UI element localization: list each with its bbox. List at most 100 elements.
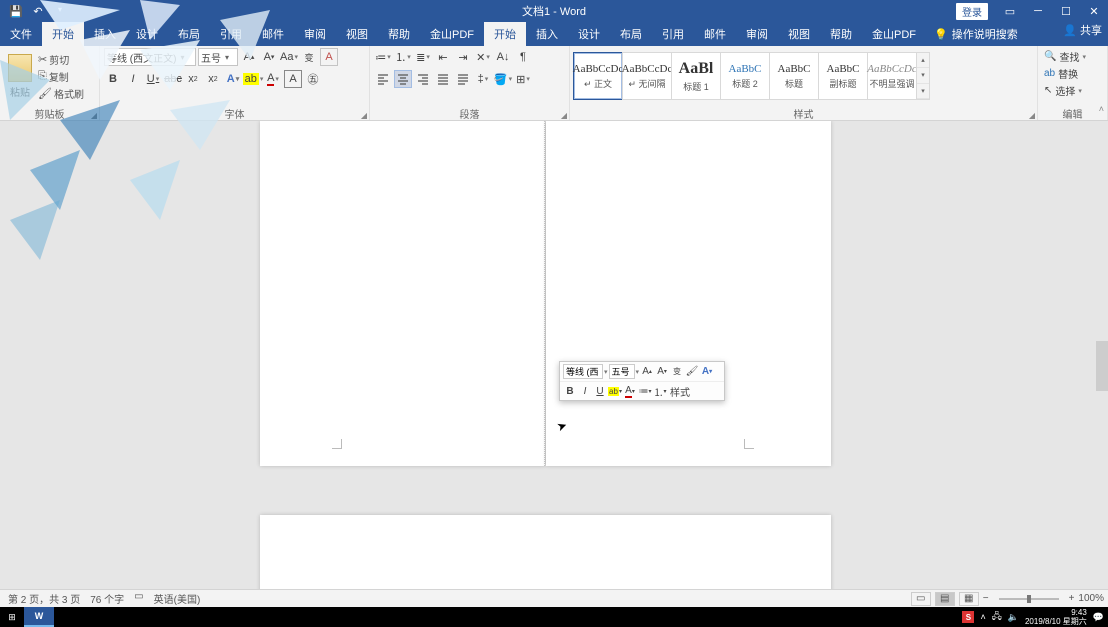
mini-bold-button[interactable]: B — [563, 384, 577, 399]
numbering-button[interactable]: ⒈▾ — [394, 48, 412, 66]
mini-shrink-font-button[interactable]: A▾ — [655, 364, 669, 379]
tab-帮助[interactable]: 帮助 — [378, 22, 420, 46]
tab-插入[interactable]: 插入 — [526, 22, 568, 46]
mini-italic-button[interactable]: I — [578, 384, 592, 399]
scrollbar-thumb[interactable] — [1096, 341, 1108, 391]
tab-引用[interactable]: 引用 — [652, 22, 694, 46]
mini-grow-font-button[interactable]: A▴ — [640, 364, 654, 379]
mini-format-painter-button[interactable]: 🖌 — [685, 364, 699, 379]
chevron-down-icon[interactable]: ▾ — [604, 368, 608, 376]
style-不明显强调[interactable]: AaBbCcDc不明显强调 — [867, 52, 917, 100]
tab-审阅[interactable]: 审阅 — [294, 22, 336, 46]
zoom-in-button[interactable]: + — [1069, 593, 1075, 604]
asian-layout-button[interactable]: ✕▾ — [474, 48, 492, 66]
align-center-button[interactable] — [394, 70, 412, 88]
font-name-combo[interactable]: 等线 (西文正文)▾ — [104, 48, 196, 66]
tab-布局[interactable]: 布局 — [610, 22, 652, 46]
text-effects-button[interactable]: A▾ — [224, 70, 242, 88]
distributed-button[interactable] — [454, 70, 472, 88]
paste-button[interactable]: 粘贴 — [4, 54, 36, 99]
zoom-level[interactable]: 100% — [1078, 593, 1104, 604]
mini-underline-button[interactable]: U — [593, 384, 607, 399]
subscript-button[interactable]: x2 — [184, 70, 202, 88]
character-border-button[interactable]: A — [284, 70, 302, 88]
tab-布局[interactable]: 布局 — [168, 22, 210, 46]
mini-highlight-button[interactable]: ab▾ — [608, 384, 622, 399]
mini-text-effects-button[interactable]: A▾ — [700, 364, 714, 379]
mini-bullets-button[interactable]: ≔▾ — [638, 384, 652, 399]
notifications-icon[interactable]: 💬 — [1093, 612, 1104, 623]
network-icon[interactable]: 🖧 — [992, 609, 1002, 625]
find-button[interactable]: 🔍查找▾ — [1044, 49, 1086, 64]
style-标题-1[interactable]: AaBl标题 1 — [671, 52, 721, 100]
tab-引用[interactable]: 引用 — [210, 22, 252, 46]
mini-font-color-button[interactable]: A▾ — [623, 384, 637, 399]
styles-expand[interactable]: ▾ — [917, 84, 929, 99]
paragraph-launcher-icon[interactable]: ◢ — [561, 111, 567, 120]
mini-size-combo[interactable]: 五号 — [609, 364, 635, 379]
zoom-out-button[interactable]: − — [983, 593, 989, 604]
align-left-button[interactable] — [374, 70, 392, 88]
tab-帮助[interactable]: 帮助 — [820, 22, 862, 46]
superscript-button[interactable]: x2 — [204, 70, 222, 88]
italic-button[interactable]: I — [124, 70, 142, 88]
clipboard-launcher-icon[interactable]: ◢ — [91, 111, 97, 120]
grow-font-button[interactable]: A▴ — [240, 48, 258, 66]
select-button[interactable]: ↖选择▾ — [1044, 83, 1082, 98]
share-button[interactable]: 👤 共享 — [1063, 22, 1102, 38]
change-case-button[interactable]: Aa▾ — [280, 48, 298, 66]
highlight-button[interactable]: ab▾ — [244, 70, 262, 88]
justify-button[interactable] — [434, 70, 452, 88]
tab-开始[interactable]: 开始 — [42, 22, 84, 46]
save-icon[interactable]: 💾 — [8, 5, 24, 18]
font-color-button[interactable]: A▾ — [264, 70, 282, 88]
styles-launcher-icon[interactable]: ◢ — [1029, 111, 1035, 120]
qat-more-icon[interactable]: ▾ — [52, 5, 68, 18]
tab-邮件[interactable]: 邮件 — [252, 22, 294, 46]
clear-formatting-button[interactable]: A — [320, 48, 338, 66]
style-标题[interactable]: AaBbC标题 — [769, 52, 819, 100]
page-indicator[interactable]: 第 2 页，共 3 页 — [8, 591, 80, 606]
tab-邮件[interactable]: 邮件 — [694, 22, 736, 46]
ribbon-options-icon[interactable]: ▭ — [996, 0, 1024, 22]
style-副标题[interactable]: AaBbC副标题 — [818, 52, 868, 100]
tab-设计[interactable]: 设计 — [126, 22, 168, 46]
page-1-left[interactable] — [260, 121, 545, 466]
web-layout-button[interactable]: ▦ — [959, 592, 979, 606]
replace-button[interactable]: ab替换 — [1044, 66, 1078, 81]
minimize-icon[interactable]: ─ — [1024, 0, 1052, 22]
volume-icon[interactable]: 🔈 — [1008, 612, 1019, 623]
align-right-button[interactable] — [414, 70, 432, 88]
tab-视图[interactable]: 视图 — [336, 22, 378, 46]
font-launcher-icon[interactable]: ◢ — [361, 111, 367, 120]
tab-审阅[interactable]: 审阅 — [736, 22, 778, 46]
tab-开始[interactable]: 开始 — [484, 22, 526, 46]
style-标题-2[interactable]: AaBbC标题 2 — [720, 52, 770, 100]
word-count[interactable]: 76 个字 — [90, 591, 124, 606]
login-button[interactable]: 登录 — [956, 3, 988, 20]
language-indicator[interactable]: 英语(美国) — [154, 591, 201, 606]
bullets-button[interactable]: ≔▾ — [374, 48, 392, 66]
zoom-thumb[interactable] — [1027, 595, 1031, 603]
tab-设计[interactable]: 设计 — [568, 22, 610, 46]
style-↵-无间隔[interactable]: AaBbCcDc↵ 无间隔 — [622, 52, 672, 100]
borders-button[interactable]: ⊞▾ — [514, 70, 532, 88]
line-spacing-button[interactable]: ‡▾ — [474, 70, 492, 88]
mini-phonetic-button[interactable]: 变 — [670, 364, 684, 379]
tab-视图[interactable]: 视图 — [778, 22, 820, 46]
styles-scroll-down[interactable]: ▾ — [917, 68, 929, 83]
show-marks-button[interactable]: ¶ — [514, 48, 532, 66]
ime-icon[interactable]: S — [962, 611, 974, 623]
mini-styles-button[interactable]: 样式 — [668, 384, 692, 399]
format-painter-button[interactable]: 🖌格式刷 — [38, 86, 84, 101]
zoom-slider[interactable] — [999, 598, 1059, 600]
mini-numbering-button[interactable]: ⒈▾ — [653, 384, 667, 399]
underline-button[interactable]: U▾ — [144, 70, 162, 88]
start-button[interactable]: ⊞ — [0, 612, 24, 623]
multilevel-list-button[interactable]: ≣▾ — [414, 48, 432, 66]
cut-button[interactable]: ✂剪切 — [38, 52, 84, 67]
bold-button[interactable]: B — [104, 70, 122, 88]
taskbar-word-button[interactable]: W — [24, 607, 54, 627]
increase-indent-button[interactable]: ⇥ — [454, 48, 472, 66]
shading-button[interactable]: 🪣▾ — [494, 70, 512, 88]
